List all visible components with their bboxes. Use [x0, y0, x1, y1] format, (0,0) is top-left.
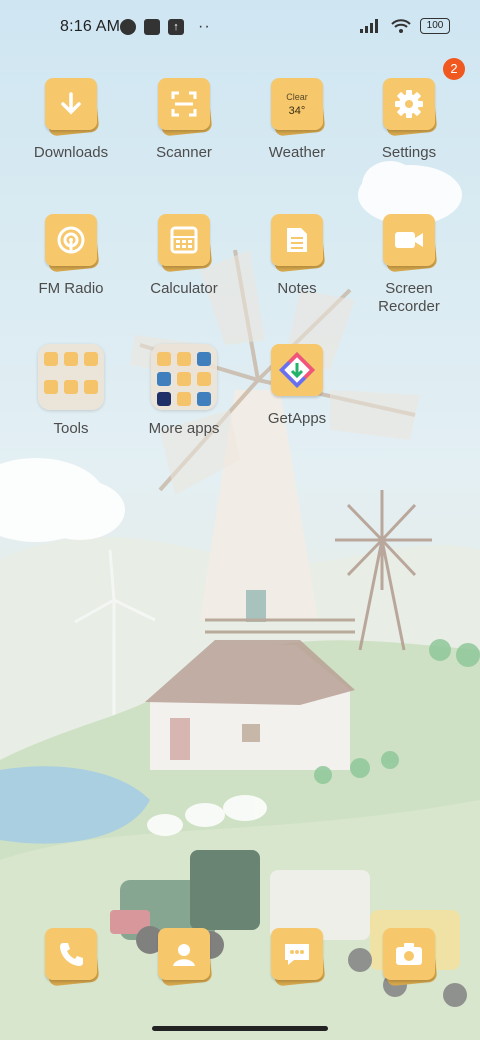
dock-camera[interactable]: [353, 928, 465, 987]
app-notes[interactable]: Notes: [241, 214, 353, 298]
weather-condition: Clear: [286, 91, 308, 102]
dock-messages[interactable]: [241, 928, 353, 987]
app-label: Weather: [268, 144, 326, 161]
app-screen-recorder[interactable]: Screen Recorder: [353, 214, 465, 316]
fm-radio-tile: [43, 214, 100, 273]
notification-icons: ↑ ··: [120, 18, 211, 36]
app-label: Calculator: [150, 280, 218, 297]
app-calculator[interactable]: Calculator: [128, 214, 240, 298]
upload-notification-icon: ↑: [168, 19, 184, 35]
folder-tools[interactable]: Tools: [15, 344, 127, 438]
signal-icon: [360, 19, 378, 33]
notes-icon: [287, 228, 307, 252]
camera-tile: [381, 928, 438, 987]
app-getapps[interactable]: GetApps: [241, 344, 353, 428]
app-label: Scanner: [156, 144, 212, 161]
app-label: Settings: [381, 144, 437, 161]
app-downloads[interactable]: Downloads: [15, 78, 127, 162]
contacts-icon: [173, 944, 195, 966]
folder-preview: [151, 344, 217, 410]
messages-tile: [269, 928, 326, 987]
getapps-tile: [269, 344, 325, 400]
calculator-tile: [156, 214, 213, 273]
calculator-icon: [170, 226, 198, 254]
status-bar: 8:16 AM ↑ ·· 100: [0, 0, 480, 56]
phone-tile: [43, 928, 100, 987]
home-indicator[interactable]: [152, 1026, 328, 1031]
status-time: 8:16 AM: [60, 18, 121, 35]
folder-label: Tools: [53, 420, 89, 437]
app-scanner[interactable]: Scanner: [128, 78, 240, 162]
notification-square-icon: [144, 19, 160, 35]
app-settings[interactable]: 2 Settings: [353, 58, 465, 162]
app-weather[interactable]: Clear 34° Weather: [241, 78, 353, 162]
app-fm-radio[interactable]: FM Radio: [15, 214, 127, 298]
scanner-tile: [156, 78, 213, 137]
message-icon: [285, 944, 309, 965]
system-status: 100: [360, 18, 450, 34]
downloads-tile: [43, 78, 100, 137]
phone-icon: [60, 943, 83, 966]
camera-icon: [396, 943, 422, 965]
gear-icon: [395, 90, 423, 118]
contacts-tile: [156, 928, 213, 987]
wifi-icon: [391, 19, 411, 33]
app-label: FM Radio: [38, 280, 104, 297]
app-label: GetApps: [267, 410, 327, 427]
folder-more-apps[interactable]: More apps: [128, 344, 240, 438]
app-label: Downloads: [33, 144, 109, 161]
dock-contacts[interactable]: [128, 928, 240, 987]
weather-temperature: 34°: [288, 104, 306, 117]
getapps-icon: [279, 352, 315, 388]
folder-label: More apps: [148, 420, 220, 437]
more-notifications-icon: ··: [198, 18, 211, 35]
folder-preview: [38, 344, 104, 410]
app-label: Notes: [277, 280, 317, 297]
dock-phone[interactable]: [15, 928, 127, 987]
notification-app-icon: [120, 19, 136, 35]
camera-icon: [395, 232, 423, 248]
settings-tile: 2: [381, 58, 465, 137]
app-label: Screen Recorder: [378, 280, 440, 315]
radio-wave-icon: [57, 226, 85, 254]
battery-icon: 100: [420, 18, 450, 34]
notes-tile: [269, 214, 326, 273]
weather-tile: Clear 34°: [269, 78, 326, 137]
notification-badge: 2: [443, 58, 465, 80]
scan-frame-icon: [171, 91, 197, 117]
download-arrow-icon: [61, 92, 81, 115]
screen-recorder-tile: [381, 214, 438, 273]
